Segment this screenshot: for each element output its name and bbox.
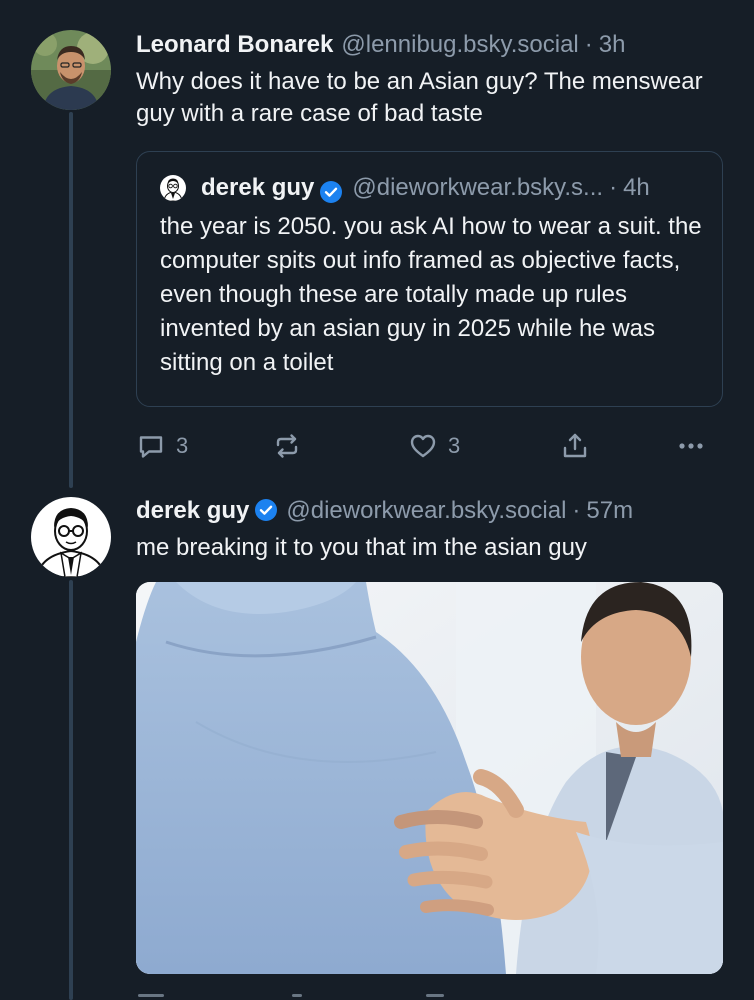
post-header: Leonard Bonarek @lennibug.bsky.social · … [136, 28, 724, 62]
more-options-button[interactable] [676, 428, 706, 464]
share-button[interactable] [560, 428, 590, 464]
verified-check-icon [254, 498, 278, 522]
quoted-post-card[interactable]: derek guy @dieworkwear.bsky.s... · 4h th… [136, 151, 723, 407]
post-timestamp[interactable]: 57m [586, 494, 633, 528]
post-image[interactable] [136, 582, 723, 974]
quoted-post-header: derek guy @dieworkwear.bsky.s... · 4h [160, 171, 702, 205]
avatar-derek-guy-small [160, 175, 186, 201]
post-timestamp[interactable]: 3h [599, 28, 626, 62]
verified-check-icon [319, 180, 343, 204]
post-actions-bar: 3 3 [136, 428, 716, 464]
post-header: derek guy @dieworkwear.bsky.social · 57m [136, 494, 724, 528]
like-count: 3 [448, 433, 461, 458]
post-thread: Leonard Bonarek @lennibug.bsky.social · … [0, 0, 754, 1000]
quoted-post-timestamp[interactable]: 4h [623, 174, 650, 202]
like-button[interactable]: 3 [408, 428, 460, 464]
share-icon [560, 431, 590, 461]
heart-icon [408, 431, 438, 461]
post-derek-guy[interactable]: derek guy @dieworkwear.bsky.social · 57m… [136, 494, 724, 564]
reply-button[interactable]: 3 [136, 428, 188, 464]
post-text: Why does it have to be an Asian guy? The… [136, 68, 703, 127]
reply-icon[interactable] [138, 994, 164, 997]
thread-connector-line [69, 580, 73, 1000]
quoted-author-handle[interactable]: @dieworkwear.bsky.s... [352, 174, 603, 202]
more-options-icon [676, 431, 706, 461]
post-leonard-bonarek[interactable]: Leonard Bonarek @lennibug.bsky.social · … [136, 28, 724, 130]
repost-icon [272, 431, 302, 461]
repost-button[interactable] [272, 428, 302, 464]
heart-icon[interactable] [426, 994, 444, 997]
post-text: me breaking it to you that im the asian … [136, 534, 587, 561]
author-name[interactable]: derek guy [136, 494, 249, 528]
author-name[interactable]: Leonard Bonarek [136, 28, 333, 62]
author-handle[interactable]: @lennibug.bsky.social [341, 28, 578, 62]
reply-icon [136, 431, 166, 461]
header-separator: · [572, 497, 581, 524]
quoted-author-name[interactable]: derek guy [201, 174, 314, 202]
reply-count: 3 [176, 433, 189, 458]
avatar-leonard-bonarek[interactable] [31, 30, 111, 110]
header-separator: · [609, 174, 618, 201]
repost-icon[interactable] [292, 994, 302, 997]
avatar-derek-guy[interactable] [31, 497, 111, 577]
author-handle[interactable]: @dieworkwear.bsky.social [286, 494, 566, 528]
quoted-post-text: the year is 2050. you ask AI how to wear… [160, 213, 702, 376]
thread-connector-line [69, 112, 73, 488]
header-separator: · [584, 31, 593, 58]
post-actions-bar-cutoff [136, 990, 716, 1000]
